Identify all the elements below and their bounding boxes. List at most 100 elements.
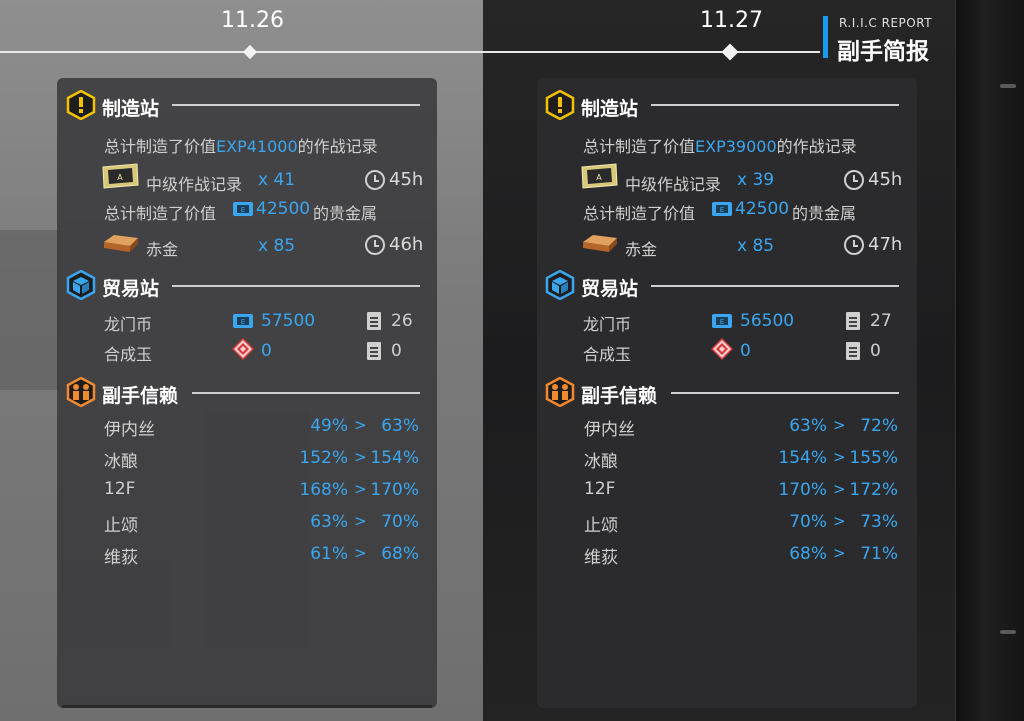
exp-summary-value: EXP41000 bbox=[216, 137, 298, 156]
lmd-orders: 27 bbox=[870, 311, 892, 331]
lmd-icon: E bbox=[712, 202, 732, 216]
gold-summary: 总计制造了价值 bbox=[583, 200, 695, 224]
gold-summary-suffix: 的贵金属 bbox=[313, 204, 378, 223]
record-count: x 41 bbox=[258, 170, 296, 190]
gold-summary-suffix: 的贵金属 bbox=[792, 204, 857, 223]
lmd-icon: E bbox=[233, 314, 253, 328]
trade-box-icon bbox=[545, 270, 575, 300]
exp-summary-prefix: 总计制造了价值 bbox=[583, 137, 696, 156]
trust-to: 170% bbox=[370, 480, 419, 500]
orundum-orders: 0 bbox=[391, 341, 402, 361]
exp-summary-prefix: 总计制造了价值 bbox=[104, 137, 217, 156]
section-divider bbox=[172, 104, 420, 106]
section-divider bbox=[651, 104, 899, 106]
lmd-icon: E bbox=[233, 202, 253, 216]
trust-from: 154% bbox=[778, 448, 827, 468]
trust-operator-name: 12F bbox=[584, 479, 616, 499]
clock-icon bbox=[365, 170, 385, 190]
trust-to: 68% bbox=[381, 544, 419, 564]
trust-operator-name: 止颂 bbox=[584, 516, 618, 536]
record-name: 中级作战记录 bbox=[625, 175, 722, 194]
trust-operator-name: 伊内丝 bbox=[104, 420, 155, 440]
gold-count: x 85 bbox=[737, 236, 775, 256]
gold-summary-value: 42500 bbox=[256, 199, 311, 219]
gold-summary-prefix: 总计制造了价值 bbox=[104, 204, 217, 223]
trust-to: 71% bbox=[860, 544, 898, 564]
exp-summary: 总计制造了价值EXP41000的作战记录 bbox=[104, 133, 378, 157]
trust-from: 152% bbox=[299, 448, 348, 468]
section-divider bbox=[651, 285, 899, 287]
timeline bbox=[0, 51, 820, 53]
gold-bar-icon bbox=[583, 235, 617, 252]
factory-warning-icon bbox=[66, 90, 96, 120]
trust-to: 154% bbox=[370, 448, 419, 468]
trust-people-icon bbox=[545, 377, 575, 407]
trust-to: 63% bbox=[381, 416, 419, 436]
trust-from: 170% bbox=[778, 480, 827, 500]
exp-summary-suffix: 的作战记录 bbox=[776, 137, 857, 156]
orundum-icon bbox=[711, 338, 733, 360]
gold-count: x 85 bbox=[258, 236, 296, 256]
section-divider bbox=[172, 285, 420, 287]
report-title: 副手简报 bbox=[837, 39, 929, 65]
record-count: x 39 bbox=[737, 170, 775, 190]
trust-to: 73% bbox=[860, 512, 898, 532]
orundum-label: 合成玉 bbox=[104, 345, 153, 364]
orundum-value: 0 bbox=[261, 341, 272, 361]
lmd-label: 龙门币 bbox=[104, 315, 153, 334]
trust-from: 63% bbox=[789, 416, 827, 436]
record-name: 中级作战记录 bbox=[146, 175, 243, 194]
lmd-value: 57500 bbox=[261, 311, 316, 331]
svg-text:E: E bbox=[241, 206, 245, 214]
orundum-label: 合成玉 bbox=[583, 345, 632, 364]
trust-operator-name: 维荻 bbox=[584, 548, 618, 568]
exp-summary-value: EXP39000 bbox=[695, 137, 777, 156]
clock-icon bbox=[844, 235, 864, 255]
factory-warning-icon bbox=[545, 90, 575, 120]
record-duration: 45h bbox=[389, 169, 424, 190]
exp-summary: 总计制造了价值EXP39000的作战记录 bbox=[583, 133, 857, 157]
orundum-value: 0 bbox=[740, 341, 751, 361]
trust-operator-name: 冰酿 bbox=[104, 452, 138, 472]
trust-from: 49% bbox=[310, 416, 348, 436]
trust-operator-name: 止颂 bbox=[104, 516, 138, 536]
report-header: R.I.I.C REPORT 副手简报 bbox=[823, 16, 938, 65]
gold-bar-icon bbox=[104, 235, 138, 252]
section-divider bbox=[671, 392, 899, 394]
section-title-factory: 制造站 bbox=[581, 98, 639, 120]
svg-text:A: A bbox=[596, 173, 602, 182]
section-divider bbox=[192, 392, 420, 394]
trust-operator-name: 伊内丝 bbox=[584, 420, 635, 440]
trust-to: 172% bbox=[849, 480, 898, 500]
date-label[interactable]: 11.27 bbox=[700, 8, 763, 33]
trust-to: 155% bbox=[849, 448, 898, 468]
orundum-icon bbox=[232, 338, 254, 360]
record-duration: 45h bbox=[868, 169, 903, 190]
section-title-trade: 贸易站 bbox=[581, 278, 639, 300]
clock-icon bbox=[844, 170, 864, 190]
document-icon bbox=[846, 312, 860, 330]
section-title-factory: 制造站 bbox=[102, 98, 160, 120]
report-subtitle: R.I.I.C REPORT bbox=[839, 16, 933, 30]
clock-icon bbox=[365, 235, 385, 255]
trust-operator-name: 12F bbox=[104, 479, 136, 499]
lmd-icon: E bbox=[712, 314, 732, 328]
background-blur bbox=[0, 230, 60, 390]
trust-operator-name: 冰酿 bbox=[584, 452, 618, 472]
report-accent-bar bbox=[823, 16, 828, 58]
svg-text:E: E bbox=[720, 206, 724, 214]
section-title-trade: 贸易站 bbox=[102, 278, 160, 300]
date-label[interactable]: 11.26 bbox=[221, 8, 284, 33]
trade-box-icon bbox=[66, 270, 96, 300]
binder-tick bbox=[1000, 630, 1016, 634]
trust-from: 70% bbox=[789, 512, 827, 532]
exp-summary-suffix: 的作战记录 bbox=[297, 137, 378, 156]
trust-people-icon bbox=[66, 377, 96, 407]
trust-from: 63% bbox=[310, 512, 348, 532]
document-icon bbox=[846, 342, 860, 360]
gold-summary-value: 42500 bbox=[735, 199, 790, 219]
section-title-trust: 副手信赖 bbox=[102, 385, 179, 407]
gold-name: 赤金 bbox=[146, 240, 179, 259]
panel-divider bbox=[62, 705, 432, 708]
gold-summary: 总计制造了价值 bbox=[104, 200, 216, 224]
